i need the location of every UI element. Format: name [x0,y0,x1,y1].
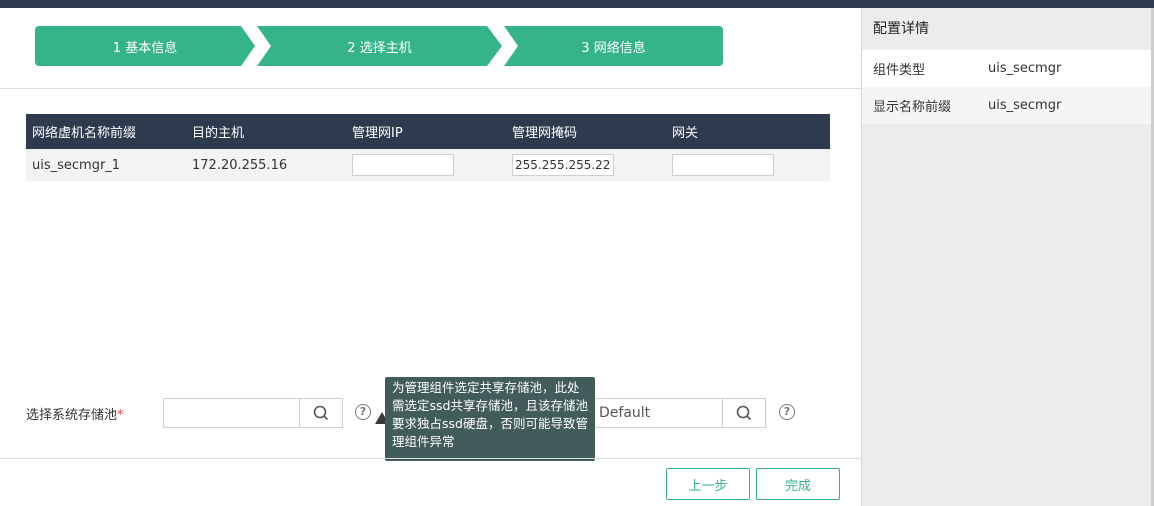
management-ip-input[interactable] [352,154,454,176]
search-icon [313,405,329,421]
cell-host: 172.20.255.16 [186,149,346,181]
search-icon [736,405,752,421]
config-details-panel: 配置详情 组件类型 uis_secmgr 显示名称前缀 uis_secmgr [861,8,1154,506]
second-picker[interactable]: Default [592,398,766,428]
cell-prefix: uis_secmgr_1 [26,149,186,181]
col-header-prefix: 网络虚机名称前缀 [26,114,186,149]
detail-key: 显示名称前缀 [873,100,952,115]
detail-row: 组件类型 uis_secmgr [862,50,1154,87]
col-header-mask: 管理网掩码 [506,114,666,149]
cell-ip [346,149,506,181]
detail-value: uis_secmgr [988,61,1062,76]
step-select-host[interactable]: 2 选择主机 [257,26,502,66]
wizard-main: 1 基本信息 2 选择主机 3 网络信息 网络虚机名称前缀 目的主机 管理网IP… [0,8,861,506]
storage-pool-value [164,399,170,427]
step-network-info[interactable]: 3 网络信息 [504,26,723,66]
top-bar [0,0,1154,8]
col-header-gateway: 网关 [666,114,830,149]
second-search-button[interactable] [722,399,765,427]
help-icon[interactable]: ? [355,404,371,420]
detail-key: 组件类型 [873,63,926,78]
footer-divider [0,458,861,459]
required-mark: * [117,408,124,423]
step-basic-info[interactable]: 1 基本信息 [35,26,255,66]
divider [0,88,861,89]
network-table: 网络虚机名称前缀 目的主机 管理网IP 管理网掩码 网关 uis_secmgr_… [26,114,830,181]
detail-row: 显示名称前缀 uis_secmgr [862,87,1154,124]
second-picker-value: Default [599,405,651,421]
storage-pool-tooltip: 为管理组件选定共享存储池，此处需选定ssd共享存储池，且该存储池要求独占ssd硬… [385,377,595,461]
storage-pool-label-text: 选择系统存储池 [26,408,118,423]
storage-pool-label: 选择系统存储池* [26,404,124,423]
storage-pool-picker[interactable] [163,398,343,428]
col-header-host: 目的主机 [186,114,346,149]
col-header-ip: 管理网IP [346,114,506,149]
table-header-row: 网络虚机名称前缀 目的主机 管理网IP 管理网掩码 网关 [26,114,830,149]
detail-value: uis_secmgr [988,98,1062,113]
storage-pool-search-button[interactable] [299,399,342,427]
panel-title: 配置详情 [862,8,1154,50]
management-mask-input[interactable] [512,154,614,176]
wizard-steps: 1 基本信息 2 选择主机 3 网络信息 [35,26,725,66]
help-icon-2[interactable]: ? [779,404,795,420]
finish-button[interactable]: 完成 [756,468,840,500]
gateway-input[interactable] [672,154,774,176]
cell-mask [506,149,666,181]
table-row: uis_secmgr_1 172.20.255.16 [26,149,830,181]
prev-button[interactable]: 上一步 [666,468,750,500]
cell-gateway [666,149,830,181]
